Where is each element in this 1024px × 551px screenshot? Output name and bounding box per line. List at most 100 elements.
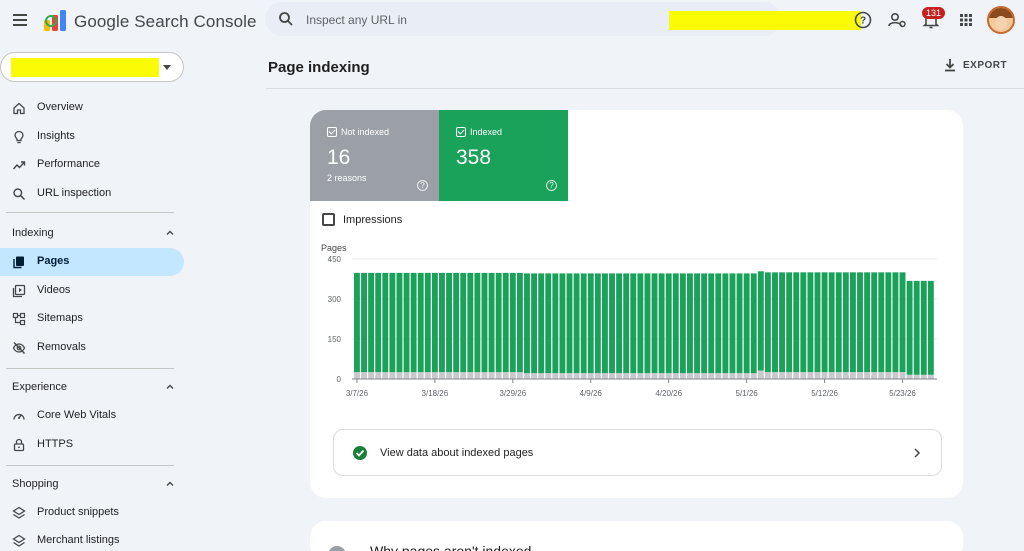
not-indexed-bar [701, 373, 708, 379]
not-indexed-bar [920, 374, 927, 379]
not-indexed-bar [687, 373, 693, 379]
not-indexed-bar [446, 372, 452, 379]
sidebar-item-core-web-vitals[interactable]: Core Web Vitals [0, 402, 184, 430]
not-indexed-bar [757, 370, 764, 379]
x-tick-label: 3/7/26 [346, 389, 369, 398]
indexed-bar [587, 273, 594, 374]
indexed-count: 358 [456, 146, 492, 169]
sidebar-divider [6, 465, 174, 466]
y-tick-label: 0 [337, 375, 342, 384]
view-indexed-pages-button[interactable]: View data about indexed pages [333, 429, 942, 476]
not-indexed-bar [488, 372, 495, 379]
sidebar-item-pages[interactable]: Pages [0, 248, 184, 276]
indexed-bar [736, 273, 743, 374]
indexed-bar [857, 272, 863, 373]
indexed-bar [375, 272, 382, 373]
apps-grid-icon[interactable] [955, 9, 977, 31]
help-icon[interactable]: ? [417, 180, 428, 191]
sidebar-item-merchant-listings[interactable]: Merchant listings [0, 527, 184, 551]
indexed-bar [743, 273, 750, 374]
not-indexed-bar [715, 373, 722, 379]
not-indexed-bar [623, 373, 630, 379]
indexed-bar [601, 273, 608, 374]
not-indexed-bar [594, 373, 601, 379]
sidebar-item-removals[interactable]: Removals [0, 334, 184, 362]
indexed-bar [417, 272, 424, 373]
not-indexed-bar [651, 373, 658, 379]
indexed-bar [630, 273, 637, 374]
user-settings-icon[interactable] [886, 9, 908, 31]
chevron-up-icon [166, 481, 174, 486]
not-indexed-bar [502, 372, 509, 379]
not-indexed-bar [375, 372, 382, 379]
not-indexed-label: Not indexed [341, 127, 390, 137]
indexed-bar [892, 272, 899, 373]
indexed-bar [772, 272, 778, 373]
not-indexed-bar [665, 373, 672, 379]
sidebar-item-performance[interactable]: Performance [0, 151, 184, 179]
not-indexed-bar [601, 373, 608, 379]
redacted-property-url [669, 11, 861, 30]
help-icon[interactable]: ? [546, 180, 557, 191]
not-indexed-bar [729, 373, 736, 379]
sidebar-item-videos[interactable]: Videos [0, 277, 184, 305]
indexing-summary-card: Not indexed 16 2 reasons ? Indexed 358 ?… [310, 110, 963, 498]
not-indexed-reasons: 2 reasons [327, 173, 367, 183]
indexed-bar [842, 272, 849, 373]
indexed-bar [757, 271, 764, 371]
sidebar-item-product-snippets[interactable]: Product snippets [0, 499, 184, 527]
sidebar-item-sitemaps[interactable]: Sitemaps [0, 305, 184, 333]
sidebar-item-label: HTTPS [37, 438, 74, 450]
indexed-bar [495, 272, 502, 373]
not-indexed-checkbox-icon [327, 127, 337, 137]
indexed-bar [609, 273, 615, 374]
not-indexed-bar [842, 372, 849, 379]
not-indexed-bar [828, 372, 835, 379]
indexed-bar [658, 273, 665, 374]
sidebar-item-https[interactable]: HTTPS [0, 431, 184, 459]
not-indexed-bar [772, 372, 778, 379]
url-inspect-search-bar[interactable]: Inspect any URL in [265, 2, 861, 36]
help-icon[interactable]: ? [852, 9, 874, 31]
hamburger-line [13, 19, 27, 21]
indexed-bar [913, 280, 920, 375]
indexed-bar [835, 272, 842, 373]
indexed-bar [672, 273, 679, 374]
impressions-label: Impressions [343, 214, 403, 226]
sidebar-divider [6, 212, 174, 213]
indexed-bar [573, 273, 580, 374]
y-tick-label: 150 [328, 335, 342, 344]
indexed-bar [764, 272, 771, 373]
section-toggle-indexing[interactable]: Indexing [0, 221, 184, 245]
header-divider [266, 88, 1024, 89]
search-icon [13, 188, 26, 201]
not-indexed-tile[interactable]: Not indexed 16 2 reasons ? [310, 110, 439, 201]
indexed-tile[interactable]: Indexed 358 ? [439, 110, 568, 201]
property-selector[interactable] [0, 52, 184, 82]
status-icon [328, 546, 346, 551]
sidebar-item-label: Sitemaps [37, 312, 83, 324]
not-indexed-bar [892, 372, 899, 379]
not-indexed-bar [849, 372, 856, 379]
indexed-bar [687, 273, 693, 374]
impressions-checkbox[interactable] [322, 213, 335, 226]
sidebar-item-url-inspection[interactable]: URL inspection [0, 180, 184, 208]
sidebar-item-insights[interactable]: Insights [0, 123, 184, 151]
search-console-logo[interactable] [42, 7, 68, 33]
not-indexed-bar [609, 373, 615, 379]
indexed-bar [538, 273, 545, 374]
not-indexed-bar [460, 372, 467, 379]
hamburger-line [13, 14, 27, 16]
not-indexed-bar [481, 372, 488, 379]
sidebar-item-overview[interactable]: Overview [0, 94, 184, 122]
not-indexed-bar [779, 372, 786, 379]
indexed-bar [594, 273, 601, 374]
section-toggle-experience[interactable]: Experience [0, 375, 184, 399]
section-toggle-shopping[interactable]: Shopping [0, 472, 184, 496]
account-avatar[interactable] [987, 6, 1015, 34]
main-menu-button[interactable] [10, 11, 30, 29]
page-title: Page indexing [268, 59, 370, 76]
indexed-bar [580, 273, 587, 374]
indexed-bar [446, 272, 452, 373]
indexed-bar [361, 272, 367, 373]
